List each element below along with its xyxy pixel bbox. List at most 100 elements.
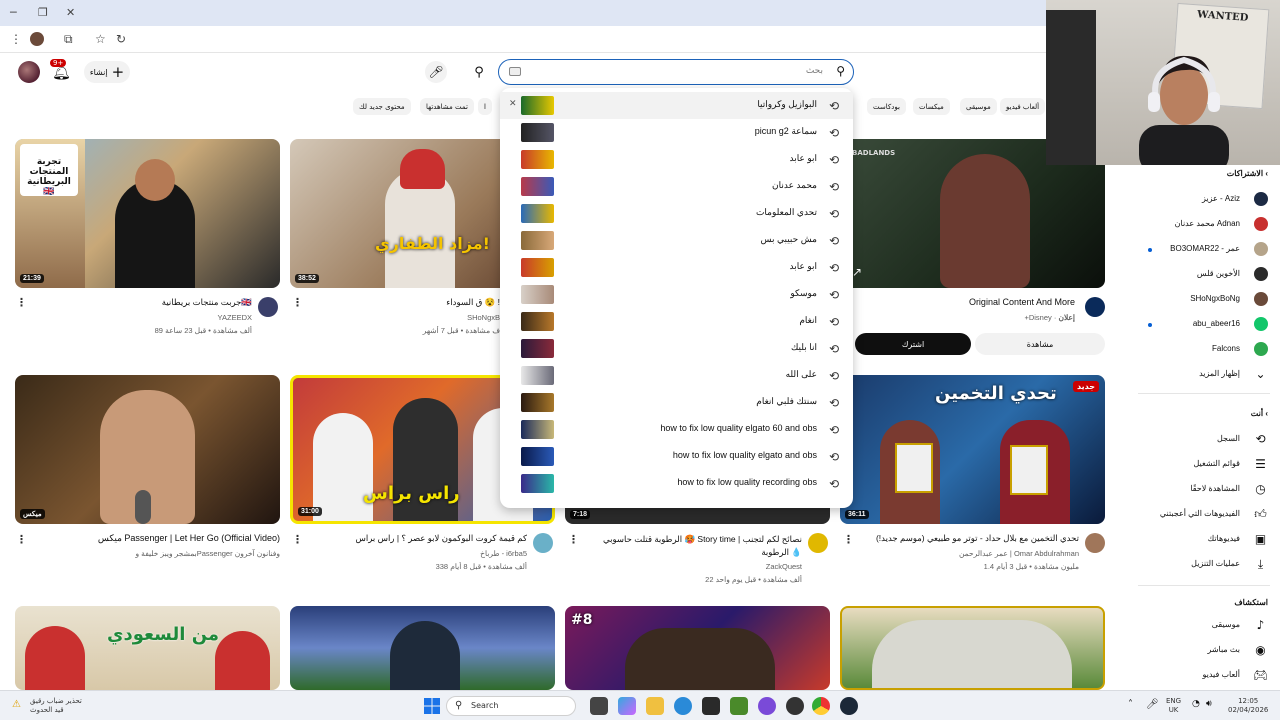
more-actions-icon[interactable]: ⋮ bbox=[16, 533, 27, 546]
suggestion-item[interactable]: انا بليك ⟲ bbox=[500, 335, 853, 362]
suggestion-item[interactable]: مش حبيبي بس ⟲ bbox=[500, 227, 853, 254]
video-thumbnail[interactable]: تجربة المنتجات البريطانية 🇬🇧 21:39 bbox=[15, 139, 280, 288]
channel-name[interactable]: طرباخ - i6rba5 bbox=[300, 549, 527, 558]
chip-music[interactable]: موسيقى bbox=[960, 98, 997, 115]
suggestion-item[interactable]: how to fix low quality recording obs ⟲ bbox=[500, 470, 853, 497]
suggestion-item[interactable]: ابو عابد ⟲ bbox=[500, 254, 853, 281]
you-header[interactable]: أنت ‹ bbox=[1251, 409, 1268, 418]
suggestion-item[interactable]: how to fix low quality elgato and obs ⟲ bbox=[500, 443, 853, 470]
remove-suggestion-icon[interactable]: ✕ bbox=[509, 99, 517, 109]
weather-widget[interactable]: تحذير ضباب رقيق قيد الحدوث bbox=[30, 697, 82, 715]
channel-name[interactable]: YAZEEDX bbox=[30, 313, 252, 322]
chip-gaming[interactable]: ألعاب فيديو bbox=[1000, 98, 1046, 115]
language-indicator[interactable]: ENG UK bbox=[1166, 697, 1181, 715]
suggestion-item[interactable]: ابو عابد ⟲ bbox=[500, 146, 853, 173]
browser-profile-avatar[interactable] bbox=[30, 32, 44, 46]
file-explorer-icon[interactable] bbox=[646, 697, 664, 715]
reload-icon[interactable]: ↻ bbox=[116, 32, 126, 46]
windows-start-icon[interactable] bbox=[424, 698, 440, 714]
video-thumbnail[interactable]: من السعودي bbox=[15, 606, 280, 690]
sidebar-item-your-videos[interactable]: ▣ فيديوهاتك bbox=[1128, 527, 1280, 552]
suggestion-item[interactable]: محمد عدنان ⟲ bbox=[500, 173, 853, 200]
channel-name[interactable]: SHoNgxB bbox=[305, 313, 500, 322]
channel-name[interactable]: بمشجر ويبز خليفة وPassenger وفنانون آخرو… bbox=[30, 549, 280, 558]
sidebar-item-live[interactable]: ◉ بث مباشر bbox=[1128, 638, 1280, 663]
wifi-icon[interactable]: ◔ bbox=[1192, 699, 1200, 709]
sidebar-sub-adnan[interactable]: محمد عدنان Adnan bbox=[1128, 212, 1280, 237]
sidebar-sub-abu-abeer[interactable]: abu_abeer16 bbox=[1128, 312, 1280, 337]
sidebar-item-music[interactable]: ♪ موسيقى bbox=[1128, 613, 1280, 638]
obs-icon[interactable] bbox=[786, 697, 804, 715]
sidebar-sub-falcons[interactable]: Falcons bbox=[1128, 337, 1280, 362]
sidebar-item-gaming[interactable]: 🎮︎ ألعاب فيديو bbox=[1128, 663, 1280, 688]
more-actions-icon[interactable]: ⋮ bbox=[568, 533, 579, 546]
video-title[interactable]: تحدي التخمين مع بلال حداد - توتر مو طبيع… bbox=[855, 533, 1079, 544]
task-view-icon[interactable] bbox=[590, 697, 608, 715]
weather-warning-icon[interactable]: ⚠ bbox=[12, 699, 21, 710]
channel-avatar[interactable] bbox=[258, 297, 278, 317]
sidebar-item-history[interactable]: ⟲ السجل bbox=[1128, 427, 1280, 452]
subscriptions-header[interactable]: الاشتراكات ‹ bbox=[1227, 169, 1268, 178]
mic-tray-icon[interactable]: 🎤︎ bbox=[1146, 699, 1159, 710]
edge-icon[interactable] bbox=[674, 697, 692, 715]
chip-watched[interactable]: تمت مشاهدتها bbox=[420, 98, 474, 115]
create-button[interactable]: إنشاء + bbox=[84, 61, 130, 83]
channel-avatar[interactable] bbox=[533, 533, 553, 553]
extensions-icon[interactable]: ⧉ bbox=[64, 32, 73, 47]
suggestion-item[interactable]: تحدي المعلومات ⟲ bbox=[500, 200, 853, 227]
ad-subscribe-button[interactable]: اشترك bbox=[855, 333, 971, 355]
ad-watch-button[interactable]: مشاهدة bbox=[975, 333, 1105, 355]
sidebar-sub-bo3omar[interactable]: BO3OMAR22 - عمر bbox=[1128, 237, 1280, 262]
bookmark-star-icon[interactable]: ☆ bbox=[95, 32, 106, 46]
sidebar-item-watch-later[interactable]: ◷ المشاهدة لاحقًا bbox=[1128, 477, 1280, 502]
restore-icon[interactable]: ❐ bbox=[38, 6, 48, 19]
video-title[interactable]: ق السوداء 😵 ! bbox=[305, 297, 500, 308]
sidebar-item-downloads[interactable]: ⤓ عمليات التنزيل bbox=[1128, 552, 1280, 577]
keyboard-icon[interactable] bbox=[509, 67, 521, 76]
search-input[interactable]: بحث ⚲ bbox=[498, 59, 854, 85]
chip-podcasts[interactable]: بودكاست bbox=[867, 98, 906, 115]
suggestion-item[interactable]: على الله ⟲ bbox=[500, 362, 853, 389]
more-actions-icon[interactable]: ⋮ bbox=[843, 533, 854, 546]
steam-icon[interactable] bbox=[840, 697, 858, 715]
channel-avatar[interactable] bbox=[1085, 533, 1105, 553]
external-link-icon[interactable]: ↗ bbox=[852, 265, 862, 279]
video-thumbnail[interactable] bbox=[840, 606, 1105, 690]
minimize-icon[interactable]: ─ bbox=[10, 6, 17, 19]
ad-title[interactable]: Original Content And More bbox=[860, 297, 1075, 307]
video-thumbnail[interactable]: تحدي التخمين جديد 36:11 bbox=[840, 375, 1105, 524]
chip-new-for-you[interactable]: محتوى جديد لك bbox=[353, 98, 411, 115]
video-title[interactable]: جربت منتجات بريطانية🇬🇧 bbox=[30, 297, 252, 308]
chrome-icon[interactable] bbox=[812, 697, 830, 715]
taskbar-search[interactable]: ⚲ Search bbox=[446, 696, 576, 716]
suggestion-item[interactable]: انغام ⟲ bbox=[500, 308, 853, 335]
more-actions-icon[interactable]: ⋮ bbox=[292, 533, 303, 546]
voice-search-mic-icon[interactable]: 🎤︎ bbox=[425, 61, 447, 83]
sidebar-item-liked[interactable]: 👍︎ الفيديوهات التي أعجبتني bbox=[1128, 502, 1280, 527]
clock[interactable]: 12:05 02/04/2026 bbox=[1228, 697, 1268, 715]
minecraft-icon[interactable] bbox=[730, 697, 748, 715]
more-actions-icon[interactable]: ⋮ bbox=[16, 296, 27, 309]
video-thumbnail[interactable]: #8 bbox=[565, 606, 830, 690]
video-title[interactable]: ميكس Passenger | Let Her Go (Official Vi… bbox=[30, 533, 280, 544]
search-submit-icon[interactable]: ⚲ bbox=[466, 61, 492, 83]
suggestion-item[interactable]: how to fix low quality elgato 60 and obs… bbox=[500, 416, 853, 443]
more-actions-icon[interactable]: ⋮ bbox=[292, 296, 303, 309]
store-icon[interactable] bbox=[702, 697, 720, 715]
browser-menu-icon[interactable]: ⋮ bbox=[10, 32, 22, 46]
sidebar-sub-akhawain[interactable]: الأخوين قلس bbox=[1128, 262, 1280, 287]
sidebar-show-more[interactable]: ⌄ إظهار المزيد bbox=[1128, 362, 1280, 387]
close-icon[interactable]: ✕ bbox=[66, 6, 75, 19]
suggestion-item[interactable]: ✕ البوازيل وكرواتيا ⟲ bbox=[500, 92, 853, 119]
discord-icon[interactable] bbox=[758, 697, 776, 715]
sidebar-sub-aziz[interactable]: عزيز - Aziz bbox=[1128, 187, 1280, 212]
chip-partial[interactable]: ا bbox=[478, 98, 492, 115]
volume-icon[interactable]: 🔊︎ bbox=[1206, 699, 1212, 709]
suggestion-item[interactable]: موسكو ⟲ bbox=[500, 281, 853, 308]
channel-name[interactable]: عمر عبدالرحمن | Omar Abdulrahman bbox=[855, 549, 1079, 558]
channel-name[interactable]: ZackQuest bbox=[580, 562, 802, 571]
suggestion-item[interactable]: سنتك فلبي انغام ⟲ bbox=[500, 389, 853, 416]
video-title[interactable]: الرطوبة قتلت حاسوبي 🥵 Story time | نصائح… bbox=[580, 533, 802, 559]
account-avatar[interactable] bbox=[18, 61, 40, 83]
chevron-up-icon[interactable]: ˄ bbox=[1128, 699, 1133, 710]
